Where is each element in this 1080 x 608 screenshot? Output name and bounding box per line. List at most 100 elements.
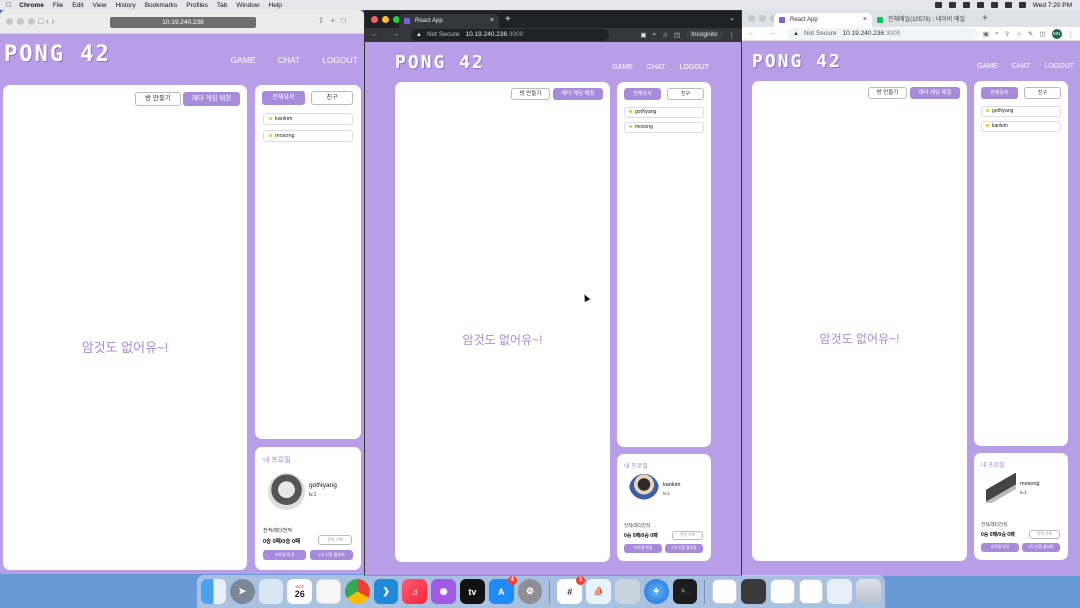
logo[interactable]: PONG 42: [4, 42, 111, 67]
close-button[interactable]: [6, 18, 13, 25]
two-factor-button[interactable]: 2차 인증 활성화: [310, 550, 353, 560]
finder-icon[interactable]: [201, 579, 226, 604]
star-icon[interactable]: ☆: [1016, 30, 1022, 38]
tab-friends[interactable]: 친구: [311, 91, 353, 105]
menu-chrome[interactable]: Chrome: [19, 2, 44, 9]
address-bar[interactable]: ▲ Not Secure 10.19.240.236:3000: [411, 29, 609, 41]
user-list-item[interactable]: gotNyang: [624, 107, 704, 118]
window-thumbnail-icon[interactable]: [741, 579, 766, 604]
launchpad-icon[interactable]: ➤: [229, 579, 255, 604]
nav-game[interactable]: GAME: [231, 55, 256, 65]
address-bar[interactable]: 10.19.240.236: [110, 17, 256, 28]
chevron-down-icon[interactable]: ⌄: [729, 14, 735, 22]
star-icon[interactable]: ☆: [662, 31, 668, 39]
vscode-icon[interactable]: ❯: [373, 579, 399, 604]
incognito-badge[interactable]: Incognito: [686, 30, 723, 40]
two-factor-button[interactable]: 2차 인증 활성화: [1022, 543, 1060, 552]
sidebar-icon[interactable]: ◫: [674, 31, 680, 39]
create-room-button[interactable]: 방 만들기: [511, 88, 550, 100]
translate-icon[interactable]: ▣: [983, 30, 989, 38]
slack-icon[interactable]: #1: [557, 576, 586, 604]
sidebar-icon[interactable]: ◫: [1039, 30, 1045, 38]
share-icon[interactable]: ⇧+□: [318, 16, 352, 25]
control-center-icon[interactable]: [1004, 2, 1012, 8]
docker-icon[interactable]: ⛵: [586, 579, 611, 604]
menu-window[interactable]: Window: [236, 2, 259, 9]
ladder-match-button[interactable]: 래더 게임 매칭: [553, 88, 603, 100]
change-profile-button[interactable]: 프로필 변경: [981, 543, 1019, 552]
tab-all-users[interactable]: 전체유저: [262, 91, 305, 105]
tab-all-users[interactable]: 전체유저: [624, 88, 661, 100]
nav-chat[interactable]: CHAT: [278, 55, 301, 65]
cat-avatar-image[interactable]: [268, 473, 305, 510]
change-profile-button[interactable]: 프로필 변경: [263, 550, 306, 560]
nav-logout[interactable]: LOGOUT: [322, 55, 358, 65]
menu-bookmarks[interactable]: Bookmarks: [145, 2, 178, 9]
two-factor-button[interactable]: 2차 인증 활성화: [665, 544, 703, 553]
user-list-item[interactable]: mosong: [624, 122, 704, 133]
cartoon-avatar-image[interactable]: [629, 474, 659, 504]
tab-friends[interactable]: 친구: [667, 88, 704, 100]
nav-game[interactable]: GAME: [612, 64, 633, 71]
calendar-icon[interactable]: OCT 26: [287, 579, 313, 604]
nav-chat[interactable]: CHAT: [647, 64, 666, 71]
menu-file[interactable]: File: [53, 2, 63, 9]
profile-avatar-icon[interactable]: MN: [1051, 29, 1062, 39]
podcasts-icon[interactable]: ◉: [431, 579, 457, 604]
notes-icon[interactable]: [316, 579, 341, 604]
user-list-item[interactable]: kankim: [263, 113, 353, 125]
menu-icon[interactable]: ⋮: [1068, 30, 1075, 38]
clock[interactable]: Wed 7:20 PM: [1033, 2, 1072, 9]
safari-nav-icons[interactable]: □ ‹ ›: [38, 16, 54, 26]
minimize-button[interactable]: [17, 18, 24, 25]
record-history-button[interactable]: 전적 기록: [1029, 530, 1060, 539]
minimize-button[interactable]: [759, 15, 766, 22]
screenshot-icon[interactable]: [614, 579, 640, 604]
translate-icon[interactable]: ▣: [640, 31, 646, 39]
record-icon[interactable]: [934, 2, 942, 8]
nav-chat[interactable]: CHAT: [1012, 63, 1031, 70]
tab-friends[interactable]: 친구: [1024, 87, 1061, 99]
user-list-item[interactable]: gotNyang: [981, 106, 1061, 117]
battery-icon[interactable]: [976, 2, 984, 8]
close-button[interactable]: [371, 16, 378, 23]
tab-all-users[interactable]: 전체유저: [981, 87, 1018, 99]
create-room-button[interactable]: 방 만들기: [135, 92, 181, 106]
tab-close-icon[interactable]: ×: [490, 14, 494, 28]
screen-icon[interactable]: [948, 2, 956, 8]
logo[interactable]: PONG 42: [395, 52, 485, 73]
nav-logout[interactable]: LOGOUT: [1044, 63, 1074, 70]
menu-edit[interactable]: Edit: [72, 2, 83, 9]
user-list-item[interactable]: kankim: [981, 121, 1061, 132]
logo[interactable]: PONG 42: [752, 51, 842, 72]
menu-view[interactable]: View: [93, 2, 107, 9]
trash-icon[interactable]: [856, 579, 881, 604]
user-list-item[interactable]: mosong: [263, 130, 353, 142]
tab-close-icon[interactable]: ×: [863, 13, 867, 27]
browser-tab[interactable]: React App ×: [774, 13, 872, 27]
document-thumbnail-icon[interactable]: [769, 579, 795, 604]
change-profile-button[interactable]: 프로필 변경: [624, 544, 662, 553]
document-thumbnail-icon[interactable]: [798, 579, 824, 604]
minimize-button[interactable]: [382, 16, 389, 23]
new-tab-icon[interactable]: +: [505, 14, 511, 25]
browser-tab[interactable]: 전체메일(10578) : 네이버 메일: [872, 13, 976, 27]
ladder-match-button[interactable]: 래더 게임 매칭: [910, 87, 960, 99]
share-icon[interactable]: ⇧: [1005, 30, 1010, 38]
usb-stick-avatar-image[interactable]: [986, 473, 1016, 503]
menu-tab[interactable]: Tab: [217, 2, 227, 9]
music-icon[interactable]: ♫: [402, 579, 428, 604]
settings-icon[interactable]: ⚙: [517, 579, 543, 604]
extensions-icon[interactable]: ✎: [1028, 30, 1033, 38]
chrome-icon[interactable]: [344, 579, 370, 604]
new-tab-icon[interactable]: +: [982, 13, 988, 24]
address-bar[interactable]: ▲ Not Secure 10.19.240.236:3000: [788, 28, 978, 40]
apple-menu-icon[interactable]: : [6, 2, 11, 9]
ladder-match-button[interactable]: 래더 게임 매칭: [183, 92, 240, 106]
nav-logout[interactable]: LOGOUT: [679, 64, 709, 71]
menu-history[interactable]: History: [115, 2, 135, 9]
record-history-button[interactable]: 전적 기록: [318, 535, 352, 545]
safari-icon[interactable]: ✦: [643, 579, 669, 604]
appstore-icon[interactable]: A4: [488, 576, 517, 604]
preview-icon[interactable]: [258, 579, 284, 604]
